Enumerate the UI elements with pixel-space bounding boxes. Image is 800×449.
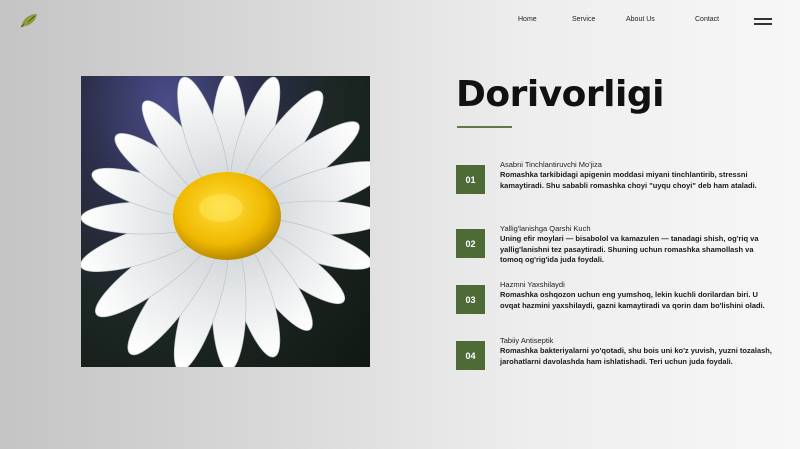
nav-link-home[interactable]: Home <box>518 16 537 23</box>
feature-description: Romashka bakteriyalarni yo'qotadi, shu b… <box>500 346 772 366</box>
feature-description: Romashka tarkibidagi apigenin moddasi mi… <box>500 170 757 190</box>
top-navigation: Home Service About Us Contact <box>0 16 800 28</box>
feature-number-badge: 02 <box>456 229 485 258</box>
page-title: Dorivorligi <box>456 74 664 115</box>
feature-number-badge: 03 <box>456 285 485 314</box>
nav-link-contact[interactable]: Contact <box>695 16 719 23</box>
hamburger-icon[interactable] <box>754 16 772 26</box>
feature-title: Asabni Tinchlantiruvchi Mo'jiza <box>500 160 602 169</box>
title-underline <box>457 126 512 128</box>
feature-title: Hazmni Yaxshilaydi <box>500 280 565 289</box>
feature-description: Romashka oshqozon uchun eng yumshoq, lek… <box>500 290 765 310</box>
feature-number-badge: 01 <box>456 165 485 194</box>
feature-description: Uning efir moylari — bisabolol va kamazu… <box>500 234 759 264</box>
chamomile-flower-image <box>81 76 370 367</box>
feature-title: Yallig'lanishga Qarshi Kuch <box>500 224 591 233</box>
feature-number-badge: 04 <box>456 341 485 370</box>
nav-link-about-us[interactable]: About Us <box>626 16 655 23</box>
nav-link-service[interactable]: Service <box>572 16 595 23</box>
feature-title: Tabiiy Antiseptik <box>500 336 554 345</box>
